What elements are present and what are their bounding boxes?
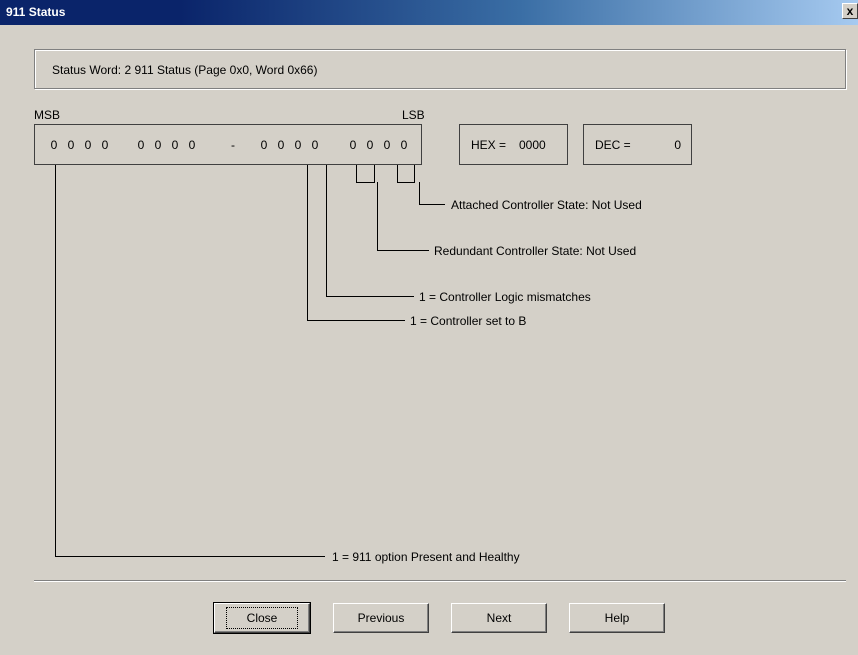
lsb-label: LSB — [402, 108, 425, 122]
title-bar: 911 Status x — [0, 0, 858, 25]
bit-11: 0 — [137, 138, 145, 152]
bit-6: 0 — [277, 138, 285, 152]
dec-label: DEC = — [595, 138, 631, 152]
hex-value: 0000 — [519, 138, 546, 152]
bit-13: 0 — [84, 138, 92, 152]
option-present-desc: 1 = 911 option Present and Healthy — [332, 550, 520, 564]
hex-label: HEX = — [471, 138, 507, 152]
separator-line — [34, 580, 846, 582]
bit-5: 0 — [294, 138, 302, 152]
bit-7: 0 — [260, 138, 268, 152]
bit-8: 0 — [188, 138, 196, 152]
bit-1: 0 — [383, 138, 391, 152]
close-button[interactable]: Close — [213, 602, 311, 634]
bit-4: 0 — [311, 138, 319, 152]
status-word-text: Status Word: 2 911 Status (Page 0x0, Wor… — [52, 63, 318, 77]
help-button[interactable]: Help — [569, 603, 665, 633]
msb-label: MSB — [34, 108, 61, 122]
dec-value: 0 — [674, 138, 681, 152]
attached-controller-desc: Attached Controller State: Not Used — [451, 198, 642, 212]
status-word-panel: Status Word: 2 911 Status (Page 0x0, Wor… — [34, 49, 846, 89]
bit-3: 0 — [349, 138, 357, 152]
bit-0: 0 — [400, 138, 408, 152]
bit-display: 0 0 0 0 0 0 0 0 - 0 0 0 0 0 0 0 0 — [34, 124, 422, 165]
bit-10: 0 — [154, 138, 162, 152]
bit-14: 0 — [67, 138, 75, 152]
bit-9: 0 — [171, 138, 179, 152]
logic-mismatch-desc: 1 = Controller Logic mismatches — [419, 290, 591, 304]
next-button[interactable]: Next — [451, 603, 547, 633]
controller-set-b-desc: 1 = Controller set to B — [410, 314, 527, 328]
bit-12: 0 — [101, 138, 109, 152]
bit-15: 0 — [50, 138, 58, 152]
window-title: 911 Status — [6, 5, 66, 19]
previous-button[interactable]: Previous — [333, 603, 429, 633]
byte-separator: - — [231, 138, 235, 152]
hex-value-box: HEX = 0000 — [459, 124, 568, 165]
bit-2: 0 — [366, 138, 374, 152]
redundant-controller-desc: Redundant Controller State: Not Used — [434, 244, 637, 258]
window-close-icon[interactable]: x — [842, 3, 858, 19]
dec-value-box: DEC = 0 — [583, 124, 692, 165]
